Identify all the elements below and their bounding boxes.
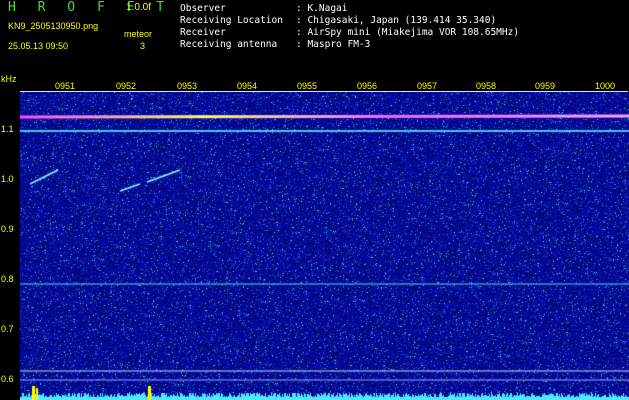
spectrogram-plot (20, 92, 629, 400)
capture-datetime: 25.05.13 09:50 (8, 41, 69, 51)
y-tick-label: 0.7 (1, 324, 14, 334)
observer-label: Observer (180, 3, 226, 14)
y-tick-label: 1.1 (1, 124, 14, 134)
x-tick-label: 0953 (177, 81, 198, 91)
x-tick-label: 0952 (116, 81, 137, 91)
image-filename: KN9_2505130950.png (8, 21, 99, 31)
x-tick-label: 1000 (595, 81, 616, 91)
y-axis-unit: kHz (1, 74, 17, 84)
y-tick-label: 0.6 (1, 374, 14, 384)
y-tick-label: 1.0 (1, 174, 14, 184)
x-tick-label: 0951 (55, 81, 76, 91)
receiver-value: : AirSpy mini (Miakejima VOR 108.65MHz) (296, 27, 520, 38)
x-tick-label: 0959 (535, 81, 556, 91)
app-version: 1.0.0f (126, 2, 152, 13)
y-tick-label: 0.9 (1, 224, 14, 234)
x-tick-label: 0956 (357, 81, 378, 91)
x-tick-label: 0957 (417, 81, 438, 91)
x-tick-label: 0955 (297, 81, 318, 91)
observer-value: : K.Nagai (296, 3, 348, 14)
meteor-counter-label: meteor (124, 29, 153, 39)
location-label: Receiving Location (180, 15, 283, 26)
x-tick-label: 0958 (476, 81, 497, 91)
receiver-label: Receiver (180, 27, 226, 38)
x-tick-label: 0954 (237, 81, 258, 91)
antenna-value: : Maspro FM-3 (296, 39, 371, 50)
header-panel: H R O F F T 1.0.0f KN9_2505130950.png 25… (0, 0, 629, 72)
y-tick-label: 0.8 (1, 274, 14, 284)
location-value: : Chigasaki, Japan (139.414 35.340) (296, 15, 497, 26)
antenna-label: Receiving antenna (180, 39, 278, 50)
meteor-counter-value: 3 (140, 41, 146, 51)
spectrogram-canvas (20, 92, 629, 400)
